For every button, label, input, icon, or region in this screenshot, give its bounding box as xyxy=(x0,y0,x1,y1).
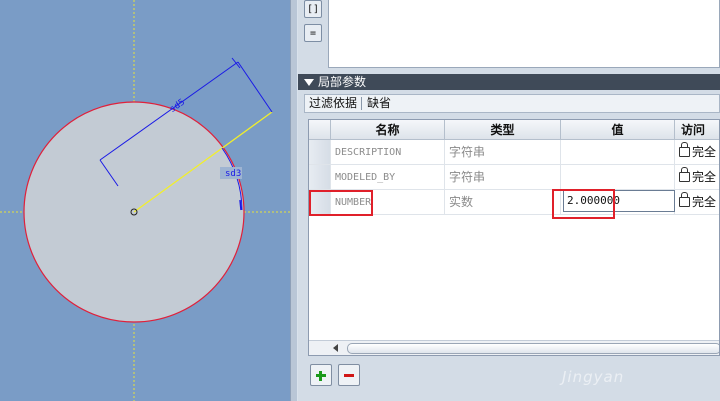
filter-value[interactable]: 缺省 xyxy=(367,95,391,112)
param-type[interactable]: 实数 xyxy=(445,190,561,215)
header-gutter xyxy=(309,120,331,140)
relations-text-area[interactable] xyxy=(328,0,720,68)
row-gutter xyxy=(309,165,331,190)
sketch-canvas[interactable]: sd5 sd3 xyxy=(0,0,290,401)
local-parameters-header[interactable]: 局部参数 xyxy=(298,74,720,90)
param-value[interactable] xyxy=(561,140,675,165)
scroll-left-icon[interactable] xyxy=(333,344,338,352)
remove-parameter-button[interactable] xyxy=(338,364,360,386)
parameters-table: 名称 类型 值 访问 DESCRIPTION 字符串 完全 MODELED_BY… xyxy=(308,119,720,356)
column-header-type[interactable]: 类型 xyxy=(445,120,561,140)
table-row[interactable]: DESCRIPTION 字符串 完全 xyxy=(309,140,719,165)
filter-label: 过滤依据 xyxy=(309,96,358,110)
equals-button[interactable]: = xyxy=(304,24,322,42)
param-access[interactable]: 完全 xyxy=(675,190,719,215)
access-label: 完全 xyxy=(692,145,717,159)
collapse-triangle-icon[interactable] xyxy=(304,78,314,86)
param-type[interactable]: 字符串 xyxy=(445,140,561,165)
param-type[interactable]: 字符串 xyxy=(445,165,561,190)
section-title: 局部参数 xyxy=(318,75,367,89)
access-label: 完全 xyxy=(692,170,717,184)
sketch-viewport[interactable]: sd5 sd3 xyxy=(0,0,290,401)
pane-splitter[interactable] xyxy=(290,0,298,401)
row-gutter xyxy=(309,140,331,165)
filter-row[interactable]: 过滤依据 缺省 xyxy=(304,94,720,113)
add-parameter-button[interactable] xyxy=(310,364,332,386)
bracket-button[interactable]: [] xyxy=(304,0,322,18)
column-header-access[interactable]: 访问 xyxy=(675,120,719,140)
horizontal-scrollbar[interactable] xyxy=(309,340,719,355)
lock-icon xyxy=(679,142,690,157)
lock-icon xyxy=(679,167,690,182)
filter-divider xyxy=(361,97,362,110)
watermark: Jingyan xyxy=(562,368,625,386)
column-header-value[interactable]: 值 xyxy=(561,120,675,140)
highlight-box-value xyxy=(552,189,615,219)
param-access[interactable]: 完全 xyxy=(675,165,719,190)
param-name[interactable]: DESCRIPTION xyxy=(331,140,445,165)
parameter-panel: [] = 局部参数 过滤依据 缺省 名称 类型 值 访问 DESCRIPTION… xyxy=(298,0,720,401)
table-row[interactable]: MODELED_BY 字符串 完全 xyxy=(309,165,719,190)
highlight-box-name xyxy=(309,190,373,216)
param-name[interactable]: MODELED_BY xyxy=(331,165,445,190)
param-access[interactable]: 完全 xyxy=(675,140,719,165)
param-value[interactable] xyxy=(561,165,675,190)
column-header-name[interactable]: 名称 xyxy=(331,120,445,140)
access-label: 完全 xyxy=(692,195,717,209)
dimension-label-sd3[interactable]: sd3 xyxy=(225,169,241,179)
lock-icon xyxy=(679,192,690,207)
scrollbar-thumb[interactable] xyxy=(347,343,719,354)
